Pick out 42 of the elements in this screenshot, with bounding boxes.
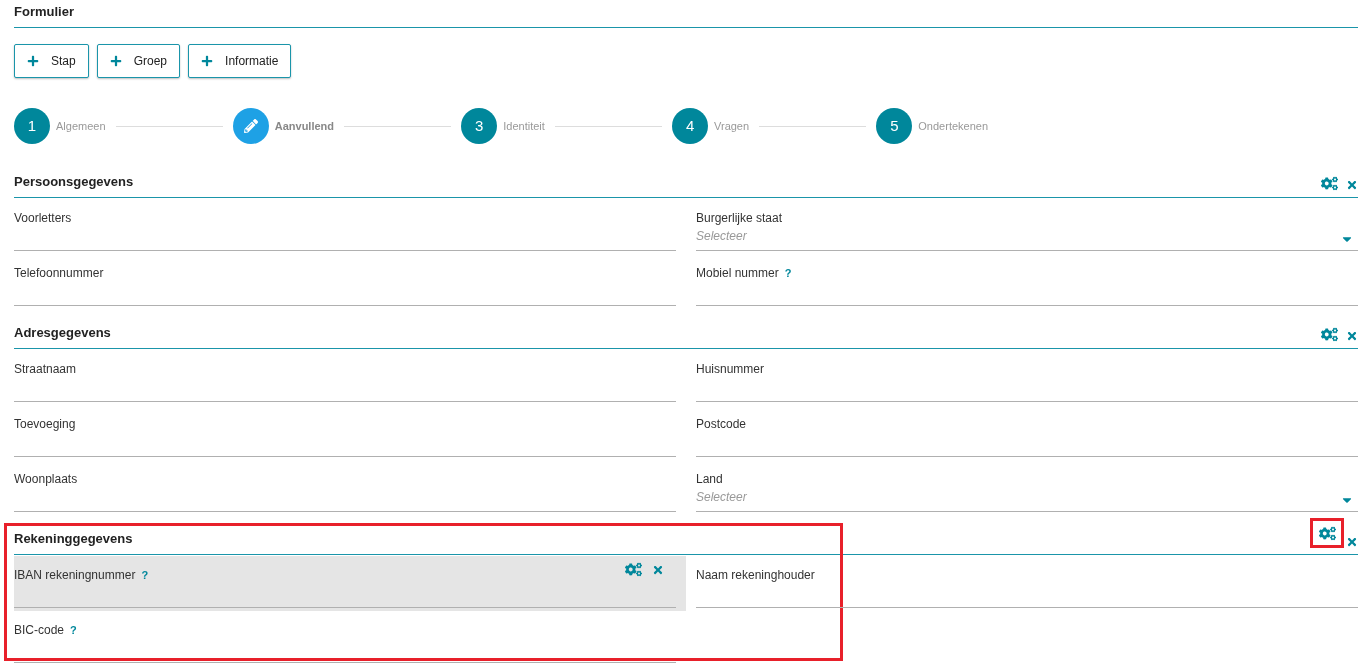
field-label: Telefoonnummer [14, 265, 104, 282]
field-label: Burgerlijke staat [696, 210, 783, 227]
close-icon[interactable] [1346, 536, 1358, 548]
add-button[interactable]: Informatie [188, 44, 292, 78]
select-field[interactable]: Selecteer [696, 227, 1358, 251]
settings-icon[interactable] [1321, 327, 1338, 342]
step-label: Aanvullend [274, 118, 335, 134]
pencil-icon [243, 119, 258, 133]
section-title: Persoonsgegevens [14, 172, 135, 191]
select-field[interactable]: Selecteer [696, 488, 1358, 512]
form-title: Formulier [14, 2, 74, 21]
add-button[interactable]: Groep [96, 44, 181, 78]
field-label: Naam rekeninghouder [696, 567, 815, 584]
add-button[interactable]: Stap [14, 44, 89, 78]
field-label: Straatnaam [14, 361, 77, 378]
step-label: Vragen [714, 118, 750, 134]
field-label: IBAN rekeningnummer [14, 567, 136, 584]
field-label: Land [696, 471, 723, 488]
close-icon[interactable] [1346, 179, 1358, 191]
field-label: Voorletters [14, 210, 72, 227]
field-label: BIC-code [14, 622, 65, 639]
plus-icon [27, 55, 39, 67]
field-label: Postcode [696, 416, 747, 433]
step-label: Identiteit [503, 118, 545, 134]
field-label: Mobiel nummer [696, 265, 779, 282]
field-label: Huisnummer [696, 361, 764, 378]
step-label: Ondertekenen [918, 118, 989, 134]
step-label: Algemeen [56, 118, 106, 134]
plus-icon [201, 55, 214, 67]
close-icon[interactable] [652, 563, 664, 576]
close-icon[interactable] [1346, 330, 1358, 342]
help-mark[interactable]: ? [70, 621, 77, 639]
help-mark[interactable]: ? [784, 264, 792, 282]
help-mark[interactable]: ? [141, 566, 149, 584]
section-title: Rekeninggegevens [14, 529, 134, 548]
plus-icon [109, 55, 122, 67]
settings-icon[interactable] [625, 562, 642, 577]
field-label: Toevoeging [14, 416, 76, 433]
settings-icon[interactable] [1318, 525, 1336, 541]
field-label: Woonplaats [14, 471, 78, 488]
section-title: Adresgegevens [14, 323, 112, 342]
settings-icon[interactable] [1321, 176, 1338, 191]
